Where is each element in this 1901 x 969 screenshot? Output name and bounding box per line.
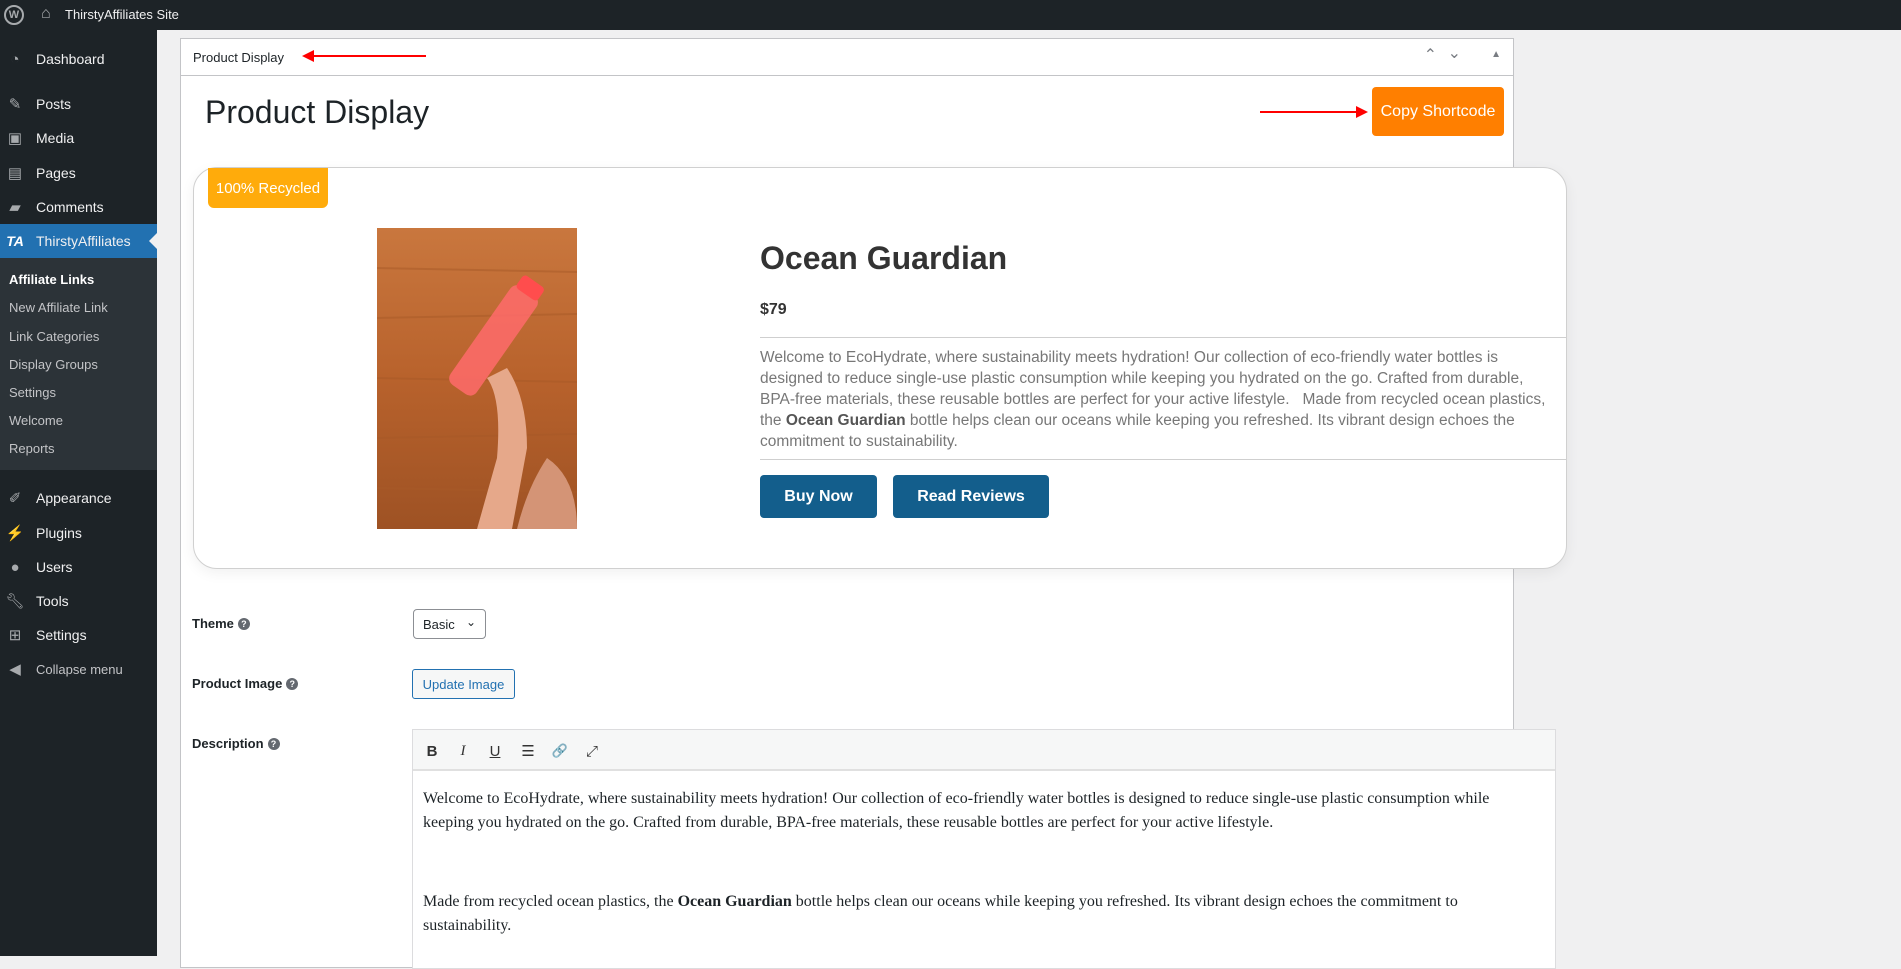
wordpress-logo-icon[interactable]: W: [4, 5, 24, 25]
plugin-icon: ⚡: [5, 525, 25, 542]
italic-icon[interactable]: I: [453, 741, 473, 761]
help-icon[interactable]: ?: [267, 737, 280, 750]
current-menu-pointer: [141, 233, 157, 249]
buy-now-button[interactable]: Buy Now: [760, 475, 877, 518]
media-icon: ▣: [7, 130, 23, 147]
wrench-icon: 🔧︎: [5, 593, 25, 610]
admin-bar: W ⌂ ThirstyAffiliates Site: [0, 0, 1901, 30]
link-icon[interactable]: 🔗: [550, 741, 570, 761]
submenu: Affiliate Links New Affiliate Link Link …: [0, 258, 157, 470]
copy-shortcode-button[interactable]: Copy Shortcode: [1372, 87, 1504, 136]
sidebar-item-tools[interactable]: 🔧︎ Tools: [0, 584, 157, 618]
bold-icon[interactable]: B: [422, 741, 442, 761]
sidebar-item-pages[interactable]: ▤ Pages: [0, 156, 157, 190]
submenu-link-categories[interactable]: Link Categories: [0, 322, 157, 350]
comments-icon: ▰: [9, 199, 21, 216]
submenu-reports[interactable]: Reports: [0, 434, 157, 462]
user-icon: ●: [10, 558, 20, 576]
product-title: Ocean Guardian: [760, 240, 1008, 276]
pages-icon: ▤: [7, 165, 23, 182]
product-description: Welcome to EcoHydrate, where sustainabil…: [760, 349, 1550, 450]
submenu-new-affiliate-link[interactable]: New Affiliate Link: [0, 293, 157, 321]
help-icon[interactable]: ?: [286, 677, 299, 690]
sidebar-item-posts[interactable]: ✎ Posts: [0, 87, 157, 121]
collapse-icon: ◀: [9, 661, 21, 678]
editor-paragraph: Welcome to EcoHydrate, where sustainabil…: [423, 790, 1490, 831]
site-name-link[interactable]: ThirstyAffiliates Site: [65, 7, 179, 22]
sidebar-item-comments[interactable]: ▰ Comments: [0, 190, 157, 224]
postbox-title: Product Display: [193, 50, 285, 65]
theme-label: Theme?: [192, 616, 250, 631]
ta-logo-icon: TA: [6, 233, 24, 249]
page-heading: Product Display: [205, 94, 430, 130]
fullscreen-icon[interactable]: ⤢: [582, 741, 602, 761]
product-image-label: Product Image?: [192, 676, 299, 691]
sidebar-item-users[interactable]: ● Users: [0, 550, 157, 584]
sidebar-item-dashboard[interactable]: ◔ Dashboard: [0, 42, 157, 76]
submenu-settings[interactable]: Settings: [0, 378, 157, 406]
collapse-menu-button[interactable]: ◀ Collapse menu: [0, 652, 157, 686]
theme-select[interactable]: Basic ⌄: [413, 609, 486, 639]
move-down-icon[interactable]: ⌄: [1448, 43, 1461, 63]
product-image: [377, 228, 577, 529]
sidebar-item-settings[interactable]: ⊞ Settings: [0, 618, 157, 652]
sidebar-item-appearance[interactable]: ✐ Appearance: [0, 481, 157, 515]
bullet-list-icon[interactable]: ☰: [518, 741, 538, 761]
divider: [760, 459, 1566, 460]
editor-paragraph: Made from recycled ocean plastics, the O…: [423, 893, 1458, 934]
description-label: Description?: [192, 736, 280, 751]
settings-icon: ⊞: [8, 627, 22, 644]
dashboard-icon: ◔: [10, 50, 20, 68]
brush-icon: ✐: [8, 490, 22, 507]
read-reviews-button[interactable]: Read Reviews: [893, 475, 1049, 518]
admin-sidebar: ◔ Dashboard ✎ Posts ▣ Media ▤ Pages ▰ Comment…: [0, 30, 157, 956]
product-price: $79: [760, 301, 787, 318]
update-image-button[interactable]: Update Image: [412, 669, 515, 699]
toggle-panel-icon[interactable]: ▲: [1491, 49, 1501, 60]
home-icon: ⌂: [41, 5, 51, 22]
annotation-arrow-right: [1260, 106, 1368, 118]
chevron-down-icon: ⌄: [465, 615, 476, 629]
submenu-welcome[interactable]: Welcome: [0, 406, 157, 434]
move-up-icon[interactable]: ⌃: [1424, 45, 1437, 65]
pin-icon: ✎: [8, 96, 22, 113]
sidebar-item-media[interactable]: ▣ Media: [0, 121, 157, 155]
sidebar-item-thirstyaffiliates[interactable]: TA ThirstyAffiliates: [0, 224, 157, 258]
divider: [760, 337, 1566, 338]
annotation-arrow-left: [302, 50, 426, 62]
submenu-affiliate-links[interactable]: Affiliate Links: [0, 265, 157, 293]
submenu-display-groups[interactable]: Display Groups: [0, 350, 157, 378]
sidebar-item-plugins[interactable]: ⚡ Plugins: [0, 516, 157, 550]
underline-icon[interactable]: U: [485, 741, 505, 761]
help-icon[interactable]: ?: [237, 617, 250, 630]
badge-label: 100% Recycled: [208, 168, 328, 208]
